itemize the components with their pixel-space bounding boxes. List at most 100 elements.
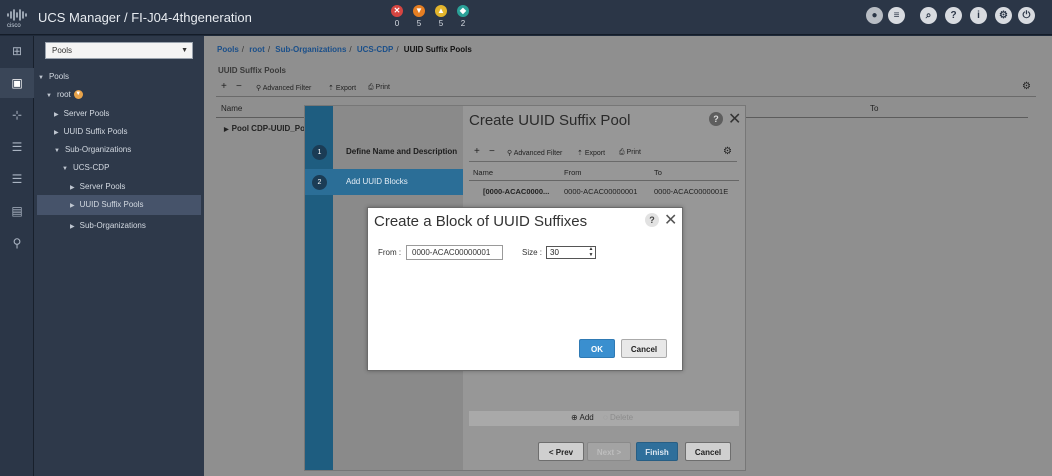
major-fault-indicator[interactable]: ▼ 5 (412, 5, 426, 28)
help-icon[interactable]: ? (709, 112, 723, 126)
cancel-button[interactable]: Cancel (621, 339, 667, 358)
tree-node-sub-organizations[interactable]: ▼ Sub-Organizations (54, 145, 131, 154)
breadcrumb-ucs-cdp[interactable]: UCS-CDP (357, 45, 393, 54)
breadcrumb-sub-organizations[interactable]: Sub-Organizations (275, 45, 346, 54)
print-button[interactable]: ⎙ Print (619, 149, 641, 157)
export-label: Export (335, 85, 357, 92)
collapsed-arrow-icon: ▶ (70, 224, 75, 230)
vm-icon[interactable]: ☰ (0, 164, 34, 194)
tree-node-server-pools[interactable]: ▶ Server Pools (54, 109, 109, 118)
table-settings-icon[interactable]: ⚙ (723, 146, 732, 157)
settings-icon[interactable]: ⚙ (995, 7, 1012, 24)
tree-node-label: root (56, 90, 71, 99)
export-button[interactable]: ⇡ Export (577, 149, 605, 157)
admin-icon[interactable]: ⚲ (0, 228, 34, 258)
table-row[interactable]: ▶ Pool CDP-UUID_Po (224, 124, 305, 133)
breadcrumb-root[interactable]: root (249, 45, 265, 54)
search-icon[interactable]: ⌕ (920, 7, 937, 24)
pool-filter-select[interactable]: Pools ▼ (45, 42, 193, 59)
column-header-to[interactable]: To (870, 104, 878, 113)
close-icon[interactable]: ✕ (664, 210, 677, 230)
size-stepper[interactable]: 30 ▲ ▼ (546, 246, 596, 259)
minor-fault-indicator[interactable]: ▲ 5 (434, 5, 448, 28)
from-input[interactable]: 0000-ACAC00000001 (406, 245, 503, 260)
tree-node-label: UCS-CDP (72, 163, 110, 172)
tree-node-label: UUID Suffix Pools (79, 200, 144, 209)
close-icon[interactable]: ✕ (728, 109, 741, 129)
add-button[interactable]: + (221, 81, 227, 92)
add-block-button[interactable]: + (474, 146, 480, 157)
add-block-action[interactable]: ⊕ Add (571, 413, 594, 422)
navigation-tree-panel: Pools ▼ ▼ Pools ▼ root ▼ ▶ Server Pools ▶ UUI… (34, 36, 204, 476)
remove-block-button[interactable]: − (489, 146, 495, 157)
equipment-icon[interactable]: ⊞ (0, 36, 34, 66)
collapsed-arrow-icon: ▶ (224, 127, 229, 133)
pool-filter-value: Pools (52, 46, 73, 55)
block-name-cell[interactable]: [0000-ACAC0000... (483, 187, 549, 196)
tree-node-ucs-cdp-server-pools[interactable]: ▶ Server Pools (70, 182, 125, 191)
collapsed-arrow-icon: ▶ (54, 112, 59, 118)
cisco-logo: cisco (7, 9, 27, 28)
from-label: From : (378, 248, 402, 257)
expanded-arrow-icon: ▼ (46, 93, 52, 99)
tree-node-label: Pools (48, 72, 69, 81)
column-header-name[interactable]: Name (473, 168, 493, 177)
wizard-step-1[interactable]: 1 Define Name and Description (305, 139, 463, 165)
breadcrumb: Pools / root / Sub-Organizations / UCS-CDP /… (217, 45, 472, 54)
create-uuid-block-dialog: Create a Block of UUID Suffixes ? ✕ From… (367, 207, 683, 371)
critical-fault-indicator[interactable]: ✕ 0 (390, 5, 404, 28)
lan-icon[interactable]: ⊹ (0, 100, 34, 130)
stepper-arrows-icon[interactable]: ▲ ▼ (588, 246, 594, 258)
cancel-button[interactable]: Cancel (685, 442, 731, 461)
remove-button[interactable]: − (236, 81, 242, 92)
svg-text:cisco: cisco (7, 23, 21, 28)
tree-node-root[interactable]: ▼ root ▼ (46, 90, 83, 100)
row-name: Pool CDP-UUID_Po (231, 124, 305, 133)
major-fault-icon: ▼ (413, 5, 425, 17)
blocks-toolbar: + − ⚲ Advanced Filter ⇡ Export ⎙ Print ⚙ (469, 146, 737, 162)
logout-icon[interactable]: ⏻ (1018, 7, 1035, 24)
storage-icon[interactable]: ▤ (0, 196, 34, 226)
help-icon[interactable]: ? (945, 7, 962, 24)
export-button[interactable]: ⇡ Export (328, 84, 356, 92)
ok-button[interactable]: OK (579, 339, 615, 358)
column-header-to[interactable]: To (654, 168, 662, 177)
export-label: Export (584, 150, 606, 157)
tree-node-label: Sub-Organizations (64, 145, 132, 154)
advanced-filter-label: Advanced Filter (262, 85, 312, 92)
table-settings-icon[interactable]: ⚙ (1022, 81, 1031, 92)
app-title: UCS Manager / FI-J04-4thgeneration (38, 10, 252, 25)
breadcrumb-pools[interactable]: Pools (217, 45, 239, 54)
block-to-cell: 0000-ACAC0000001E (654, 187, 729, 196)
organization-icon: ▼ (73, 90, 83, 100)
print-button[interactable]: ⎙ Print (368, 84, 390, 92)
san-icon[interactable]: ☰ (0, 132, 34, 162)
size-label: Size : (522, 248, 543, 257)
help-icon[interactable]: ? (645, 213, 659, 227)
tree-node-ucs-cdp-sub-organizations[interactable]: ▶ Sub-Organizations (70, 221, 146, 230)
finish-button[interactable]: Finish (636, 442, 678, 461)
column-header-from[interactable]: From (564, 168, 582, 177)
tree-node-label: Server Pools (63, 109, 110, 118)
size-value: 30 (550, 248, 559, 257)
menu-icon[interactable]: ≡ (888, 7, 905, 24)
advanced-filter-button[interactable]: ⚲ Advanced Filter (256, 84, 311, 92)
critical-fault-count: 0 (394, 19, 400, 28)
servers-icon[interactable]: ▣ (0, 68, 34, 98)
user-status-icon[interactable]: ● (866, 7, 883, 24)
tree-node-ucs-cdp-uuid-suffix-pools[interactable]: ▶ UUID Suffix Pools (37, 195, 201, 215)
minor-fault-icon: ▲ (435, 5, 447, 17)
column-header-name[interactable]: Name (221, 104, 242, 113)
tree-node-ucs-cdp[interactable]: ▼ UCS-CDP (62, 163, 109, 172)
warning-fault-indicator[interactable]: ◆ 2 (456, 5, 470, 28)
tree-node-uuid-suffix-pools[interactable]: ▶ UUID Suffix Pools (54, 127, 128, 136)
wizard-step-2[interactable]: 2 Add UUID Blocks (305, 169, 463, 195)
delete-block-action[interactable]: ◌ Delete (603, 413, 633, 422)
next-button[interactable]: Next > (587, 442, 631, 461)
prev-button[interactable]: < Prev (538, 442, 584, 461)
info-icon[interactable]: i (970, 7, 987, 24)
dialog-title: Create a Block of UUID Suffixes (374, 213, 588, 230)
navigation-rail: ⊞ ▣ ⊹ ☰ ☰ ▤ ⚲ (0, 36, 34, 476)
advanced-filter-button[interactable]: ⚲ Advanced Filter (507, 149, 562, 157)
tree-node-pools[interactable]: ▼ Pools (38, 72, 69, 81)
